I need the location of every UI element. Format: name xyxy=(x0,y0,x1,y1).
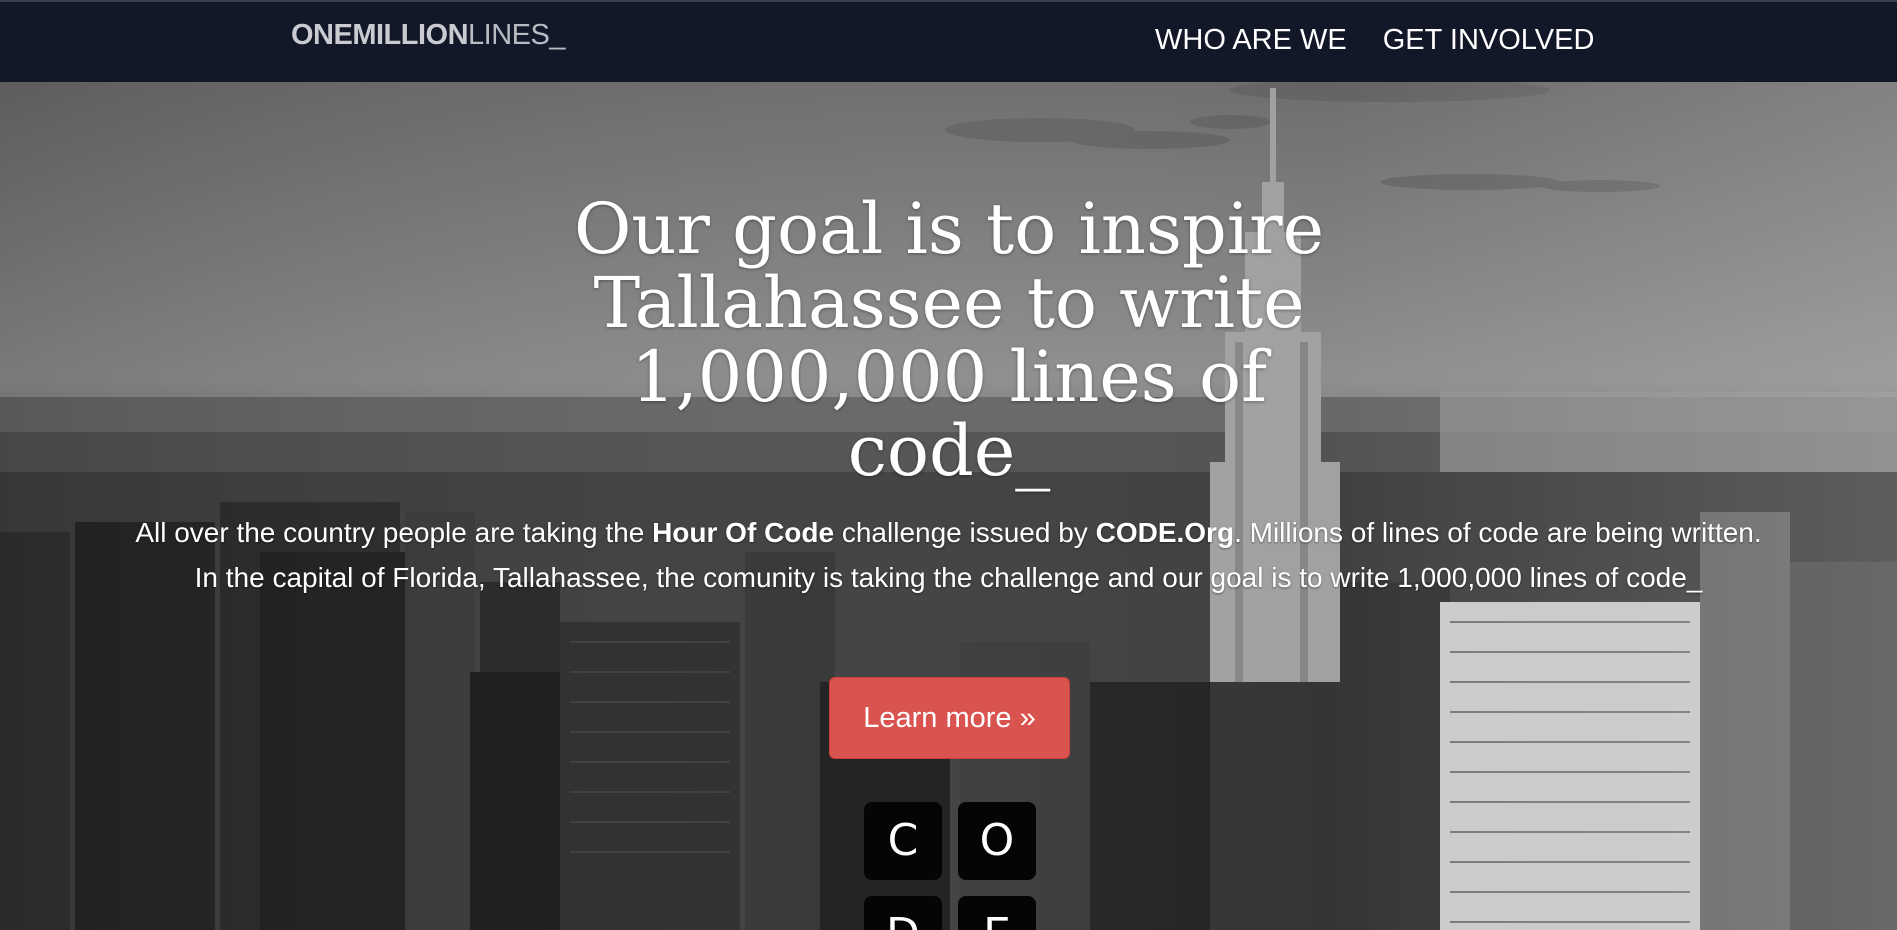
nav-link-get-involved[interactable]: GET INVOLVED xyxy=(1383,24,1595,57)
hero-lead-paragraph: All over the country people are taking t… xyxy=(120,510,1777,600)
brand-logo[interactable]: ONEMILLIONLINES_ xyxy=(291,19,565,52)
top-navbar: ONEMILLIONLINES_ WHO ARE WE GET INVOLVED xyxy=(0,0,1897,82)
headline-line-4: code_ xyxy=(847,410,1051,492)
nav-links: WHO ARE WE GET INVOLVED xyxy=(1155,24,1594,57)
headline-line-3: 1,000,000 lines of xyxy=(630,336,1267,418)
code-tile-c: C xyxy=(864,802,942,880)
hero-headline: Our goal is to inspire Tallahassee to wr… xyxy=(540,192,1358,488)
lead-text-2: challenge issued by xyxy=(834,517,1096,548)
lead-text-1: All over the country people are taking t… xyxy=(135,517,653,548)
learn-more-button[interactable]: Learn more » xyxy=(829,677,1070,759)
headline-line-1: Our goal is to inspire xyxy=(573,188,1325,270)
hero-content: Our goal is to inspire Tallahassee to wr… xyxy=(0,82,1897,930)
headline-line-2: Tallahassee to write xyxy=(593,262,1305,344)
brand-light-text: LINES_ xyxy=(468,19,565,51)
code-tile-o: O xyxy=(958,802,1036,880)
lead-bold-code-org: CODE.Org xyxy=(1095,517,1235,548)
code-tile-e: E xyxy=(958,896,1036,930)
hero-section: Our goal is to inspire Tallahassee to wr… xyxy=(0,82,1897,930)
code-tile-d: D xyxy=(864,896,942,930)
nav-link-who-are-we[interactable]: WHO ARE WE xyxy=(1155,24,1347,57)
brand-bold-text: ONEMILLION xyxy=(291,19,469,51)
lead-bold-hour-of-code: Hour Of Code xyxy=(652,517,835,548)
